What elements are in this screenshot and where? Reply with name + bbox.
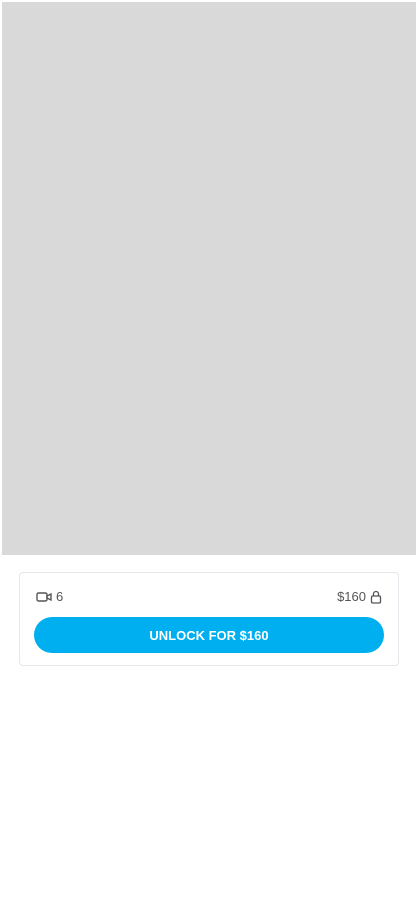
video-icon bbox=[36, 591, 52, 602]
price: $160 bbox=[337, 589, 382, 604]
price-value: $160 bbox=[337, 589, 366, 604]
lock-icon bbox=[370, 590, 382, 604]
media-placeholder bbox=[2, 2, 416, 555]
caption-area bbox=[14, 682, 406, 912]
locked-post-card: 6 $160 UNLOCK FOR $160 bbox=[19, 572, 399, 666]
unlock-button[interactable]: UNLOCK FOR $160 bbox=[34, 617, 384, 653]
video-count: 6 bbox=[36, 589, 63, 604]
video-count-value: 6 bbox=[56, 589, 64, 604]
